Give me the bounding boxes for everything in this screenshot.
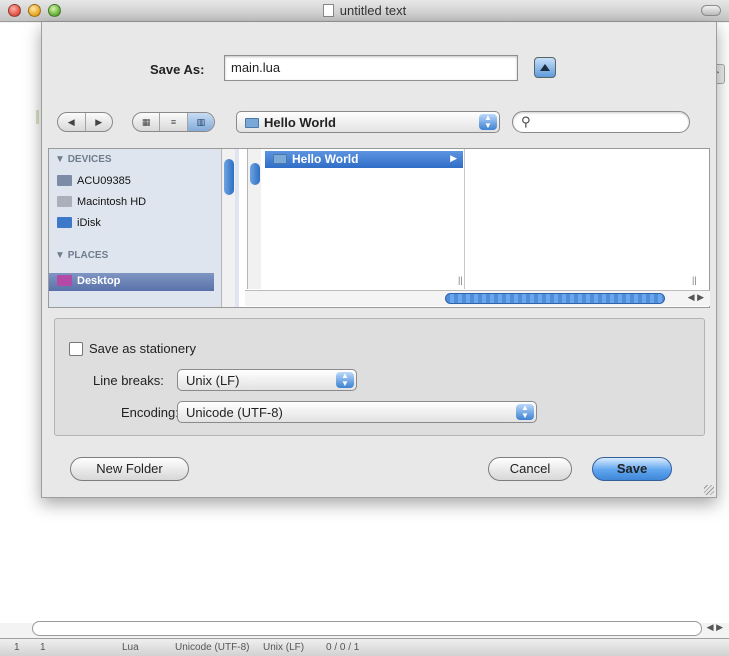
new-folder-button[interactable]: New Folder — [70, 457, 189, 481]
save-as-label: Save As: — [150, 62, 205, 77]
collapse-dialog-button[interactable] — [534, 57, 556, 78]
popup-arrows-icon: ▲ ▼ — [479, 114, 497, 130]
column-scrollbar[interactable] — [247, 149, 261, 289]
file-browser: ▼ DEVICES ACU09385 Macintosh HD iDisk ▼ … — [48, 148, 710, 308]
encoding-popup[interactable]: Unicode (UTF-8) ▲ ▼ — [177, 401, 537, 423]
sidebar-item-macintosh-hd[interactable]: Macintosh HD — [57, 196, 146, 208]
window-title-text: untitled text — [339, 3, 407, 18]
filename-field[interactable]: main.lua — [224, 55, 518, 81]
stationery-checkbox[interactable] — [69, 342, 83, 356]
editor-horizontal-scrollbar[interactable] — [32, 621, 702, 636]
cancel-button[interactable]: Cancel — [488, 457, 572, 481]
column-scroll-thumb[interactable] — [250, 163, 260, 185]
save-options: Save as stationery Line breaks: Unix (LF… — [54, 318, 705, 436]
forward-button[interactable]: ▶ — [86, 113, 113, 131]
resize-grip-icon[interactable] — [704, 485, 714, 495]
view-mode-control: ▦ ≡ ▥ — [132, 112, 215, 132]
search-icon: ⚲ — [521, 114, 531, 129]
save-dialog: Save As: main.lua ◀ ▶ ▦ ≡ ▥ Hello World … — [41, 22, 717, 498]
sidebar-item-idisk[interactable]: iDisk — [57, 217, 101, 229]
status-encoding[interactable]: Unicode (UTF-8) — [175, 642, 249, 653]
browser-column: Hello World ▶ — [265, 149, 465, 289]
popup-arrows-icon: ▲ ▼ — [336, 372, 354, 388]
back-button[interactable]: ◀ — [58, 113, 86, 131]
sidebar-item-device[interactable]: ACU09385 — [57, 175, 131, 187]
line-breaks-label: Line breaks: — [93, 373, 164, 388]
location-popup[interactable]: Hello World ▲ ▼ — [236, 111, 500, 133]
status-language[interactable]: Lua — [122, 642, 139, 653]
popup-arrows-icon: ▲ ▼ — [516, 404, 534, 420]
line-breaks-value: Unix (LF) — [186, 373, 240, 388]
status-column[interactable]: 1 — [40, 642, 46, 653]
status-bar: 1 1 Lua Unicode (UTF-8) Unix (LF) 0 / 0 … — [0, 638, 729, 656]
column-resize-handle[interactable]: || — [458, 275, 463, 285]
status-line-endings[interactable]: Unix (LF) — [263, 642, 304, 653]
scroll-arrows-icon[interactable]: ◀ ▶ — [707, 622, 723, 633]
filename-value: main.lua — [231, 60, 281, 75]
save-button[interactable]: Save — [592, 457, 672, 481]
sidebar-scroll-thumb[interactable] — [224, 159, 234, 195]
folder-icon — [273, 154, 287, 164]
sidebar: ▼ DEVICES ACU09385 Macintosh HD iDisk ▼ … — [49, 149, 239, 307]
hard-drive-icon — [57, 196, 72, 207]
search-field[interactable]: ⚲ — [512, 111, 690, 133]
sidebar-scrollbar[interactable] — [221, 149, 235, 307]
desktop-icon — [57, 275, 72, 286]
chevron-right-icon: ▶ — [450, 153, 457, 163]
icon-view-button[interactable]: ▦ — [133, 113, 161, 131]
sidebar-item-desktop[interactable]: Desktop — [49, 273, 214, 291]
sidebar-places-header: ▼ PLACES — [55, 250, 109, 261]
list-view-button[interactable]: ≡ — [160, 113, 188, 131]
status-line[interactable]: 1 — [14, 642, 20, 653]
sidebar-devices-header: ▼ DEVICES — [55, 154, 112, 165]
computer-icon — [57, 175, 72, 186]
document-icon — [322, 4, 334, 17]
browser-horizontal-scrollbar[interactable]: ◀ ▶ — [245, 290, 710, 306]
line-breaks-popup[interactable]: Unix (LF) ▲ ▼ — [177, 369, 357, 391]
window-title: untitled text — [0, 3, 729, 18]
column-view-button[interactable]: ▥ — [187, 113, 214, 131]
list-item[interactable]: Hello World ▶ — [265, 151, 463, 168]
status-counts[interactable]: 0 / 0 / 1 — [326, 642, 359, 653]
column-resize-handle[interactable]: || — [692, 275, 697, 285]
back-forward-control: ◀ ▶ — [57, 112, 113, 132]
idisk-icon — [57, 217, 72, 228]
scroll-arrows-icon[interactable]: ◀ ▶ — [688, 292, 704, 303]
encoding-value: Unicode (UTF-8) — [186, 405, 283, 420]
window-titlebar: untitled text — [0, 0, 729, 22]
encoding-label: Encoding: — [121, 405, 179, 420]
browser-column-empty — [466, 149, 694, 289]
editor-cursor-line — [36, 110, 39, 124]
browser-scroll-thumb[interactable] — [445, 293, 665, 304]
stationery-label: Save as stationery — [89, 341, 196, 356]
folder-icon — [245, 118, 259, 128]
toolbar-toggle-button[interactable] — [701, 5, 721, 16]
location-value: Hello World — [264, 115, 336, 130]
